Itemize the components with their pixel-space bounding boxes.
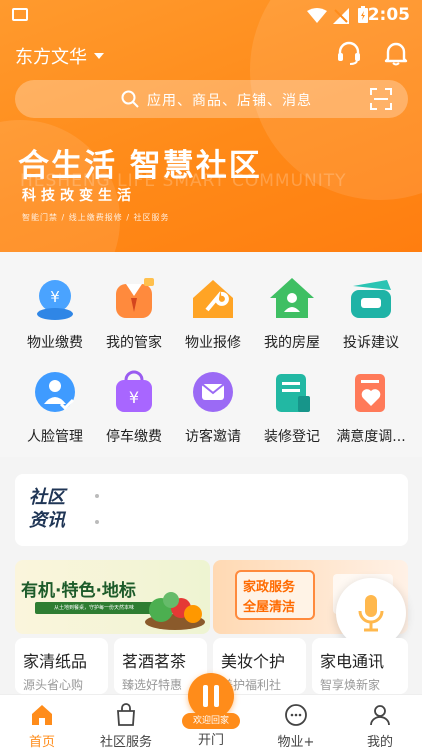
customer-service-icon[interactable] bbox=[336, 40, 362, 66]
tab-open-door[interactable]: 开门 bbox=[169, 729, 253, 748]
door-icon bbox=[203, 685, 208, 707]
service-label: 装修登记 bbox=[264, 429, 320, 445]
service-decoration[interactable]: 装修登记 bbox=[250, 370, 334, 446]
service-label: 我的房屋 bbox=[264, 335, 320, 351]
survey-icon bbox=[347, 370, 395, 416]
news-bullet bbox=[95, 494, 99, 498]
news-title: 社区 资讯 bbox=[29, 487, 65, 531]
shop-sub: 智享焕新家 bbox=[320, 678, 381, 692]
service-label: 我的管家 bbox=[106, 335, 162, 351]
tab-label: 我的 bbox=[366, 735, 393, 750]
search-icon bbox=[121, 90, 139, 108]
service-label: 停车缴费 bbox=[106, 429, 162, 445]
user-icon bbox=[370, 705, 390, 726]
service-repair[interactable]: 物业报修 bbox=[171, 276, 255, 352]
promo-subtitle: 全屋清洁 bbox=[243, 600, 296, 615]
complaint-icon bbox=[347, 276, 395, 322]
shop-category[interactable]: 家电通讯 智享焕新家 bbox=[312, 638, 408, 694]
tab-label: 物业+ bbox=[277, 735, 315, 750]
property-payment-icon: ¥ bbox=[31, 276, 79, 322]
service-label: 物业报修 bbox=[185, 335, 241, 351]
signal-icon bbox=[333, 8, 349, 24]
bell-icon[interactable] bbox=[383, 40, 409, 66]
wifi-icon bbox=[307, 8, 327, 23]
hero-banner: 2:05 东方文华 应用、商品、店铺、消息 HESHENG LIFE SMART… bbox=[0, 0, 422, 252]
tab-mine[interactable]: 我的 bbox=[338, 703, 422, 750]
welcome-home-badge: 欢迎回家 bbox=[182, 713, 240, 729]
shop-name: 家清纸品 bbox=[23, 652, 88, 671]
promo-organic[interactable]: 有机·特色·地标 从土地到餐桌，守护每一份天然本味 bbox=[15, 560, 210, 634]
location-name: 东方文华 bbox=[15, 47, 87, 68]
service-survey[interactable]: 满意度调... bbox=[329, 370, 413, 446]
svg-text:¥: ¥ bbox=[50, 288, 60, 306]
housekeeper-icon bbox=[110, 276, 158, 322]
promo-title: 家政服务 bbox=[243, 580, 296, 595]
search-bar[interactable]: 应用、商品、店铺、消息 bbox=[15, 80, 408, 118]
promo-frame: 家政服务 全屋清洁 bbox=[235, 570, 315, 620]
face-icon bbox=[31, 370, 79, 416]
service-label: 访客邀请 bbox=[185, 429, 241, 445]
service-face[interactable]: 人脸管理 bbox=[13, 370, 97, 446]
tab-property-plus[interactable]: 物业+ bbox=[254, 703, 338, 750]
service-my-house[interactable]: 我的房屋 bbox=[250, 276, 334, 352]
shop-category[interactable]: 家清纸品 源头省心购 bbox=[15, 638, 108, 694]
news-bullet bbox=[95, 520, 99, 524]
repair-icon bbox=[189, 276, 237, 322]
service-grid: ¥ 物业缴费 我的管家 物业报修 我的房屋 投诉建议 人脸管理 ¥ 停车缴费 访… bbox=[0, 252, 422, 457]
status-bar: 2:05 bbox=[0, 0, 422, 30]
shop-sub: 源头省心购 bbox=[23, 678, 84, 692]
shop-sub: 美护福利社 bbox=[221, 678, 282, 692]
banner-slogan: 合生活 智慧社区 bbox=[18, 148, 262, 184]
service-complaint[interactable]: 投诉建议 bbox=[329, 276, 413, 352]
microphone-icon bbox=[358, 595, 384, 632]
status-time: 2:05 bbox=[367, 5, 410, 25]
shop-name: 茗酒茗茶 bbox=[122, 652, 187, 671]
tab-label: 开门 bbox=[197, 733, 224, 748]
chevron-down-icon bbox=[94, 53, 104, 59]
tab-community-service[interactable]: 社区服务 bbox=[84, 703, 168, 750]
banner-tags: 智能门禁 / 线上缴费报修 / 社区服务 bbox=[22, 213, 170, 222]
search-placeholder: 应用、商品、店铺、消息 bbox=[147, 93, 312, 109]
shopping-bag-icon bbox=[117, 703, 135, 726]
service-visitor[interactable]: 访客邀请 bbox=[171, 370, 255, 446]
banner-sub-slogan: 科技改变生活 bbox=[22, 188, 136, 204]
promo-subtitle: 从土地到餐桌，守护每一份天然本味 bbox=[35, 602, 153, 614]
house-icon bbox=[268, 276, 316, 322]
scan-icon[interactable] bbox=[370, 88, 392, 110]
service-property-payment[interactable]: ¥ 物业缴费 bbox=[13, 276, 97, 352]
visitor-icon bbox=[189, 370, 237, 416]
location-selector[interactable]: 东方文华 bbox=[15, 43, 104, 69]
service-housekeeper[interactable]: 我的管家 bbox=[92, 276, 176, 352]
parking-icon: ¥ bbox=[110, 370, 158, 416]
community-news-card[interactable]: 社区 资讯 bbox=[15, 474, 408, 546]
service-label: 投诉建议 bbox=[343, 335, 399, 351]
tab-label: 首页 bbox=[28, 735, 55, 750]
chat-bubble-icon bbox=[285, 704, 307, 726]
tab-label: 社区服务 bbox=[99, 735, 152, 750]
door-icon bbox=[214, 685, 219, 707]
gallery-icon bbox=[12, 8, 28, 21]
promo-title: 有机·特色·地标 bbox=[21, 581, 136, 601]
shop-name: 美妆个护 bbox=[221, 652, 286, 671]
service-label: 满意度调... bbox=[336, 429, 406, 445]
service-label: 人脸管理 bbox=[27, 429, 83, 445]
service-label: 物业缴费 bbox=[27, 335, 83, 351]
decoration-icon bbox=[268, 370, 316, 416]
shop-name: 家电通讯 bbox=[320, 652, 385, 671]
tab-home[interactable]: 首页 bbox=[0, 703, 84, 750]
vegetables-icon bbox=[145, 592, 205, 630]
service-parking[interactable]: ¥ 停车缴费 bbox=[92, 370, 176, 446]
svg-text:¥: ¥ bbox=[129, 388, 139, 407]
home-icon bbox=[32, 705, 52, 725]
